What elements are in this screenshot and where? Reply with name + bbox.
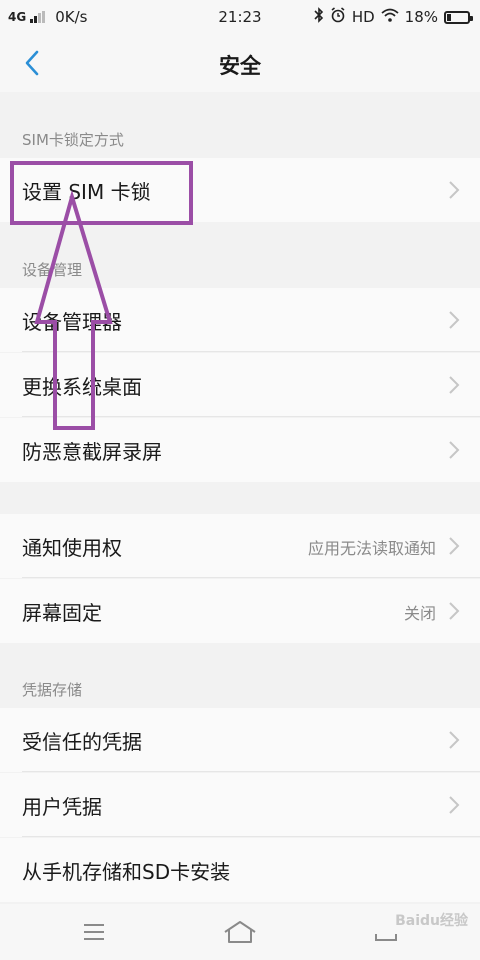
section-header-label: 设备管理 <box>22 261 83 279</box>
divider <box>22 771 480 772</box>
change-launcher-row[interactable]: 更换系统桌面 <box>0 353 480 417</box>
section-header-label: SIM卡锁定方式 <box>22 131 124 149</box>
chevron-right-icon <box>449 731 460 749</box>
row-value: 关闭 <box>403 604 436 623</box>
divider <box>22 416 480 417</box>
chevron-right-icon <box>449 441 460 459</box>
row-label: 通知使用权 <box>22 536 122 560</box>
install-from-storage-row[interactable]: 从手机存储和SD卡安装 <box>0 838 480 902</box>
alarm-icon <box>330 7 346 27</box>
chevron-right-icon <box>449 376 460 394</box>
title-bar: 安全 <box>0 34 480 92</box>
divider <box>22 836 480 837</box>
battery-percent: 18% <box>404 8 438 26</box>
row-label: 设置 SIM 卡锁 <box>22 180 151 204</box>
user-credentials-row[interactable]: 用户凭据 <box>0 773 480 837</box>
chevron-right-icon <box>449 602 460 620</box>
row-label: 受信任的凭据 <box>22 730 142 754</box>
notification-access-row[interactable]: 通知使用权 应用无法读取通知 <box>0 514 480 578</box>
page-title: 安全 <box>219 54 261 78</box>
chevron-right-icon <box>449 796 460 814</box>
row-label: 设备管理器 <box>22 310 122 334</box>
section-header-credentials: 凭据存储 <box>0 668 480 708</box>
row-value: 应用无法读取通知 <box>307 539 436 558</box>
hd-indicator: HD <box>351 8 375 26</box>
row-label: 屏幕固定 <box>22 601 102 625</box>
chevron-right-icon <box>449 311 460 329</box>
row-label: 用户凭据 <box>22 795 102 819</box>
screen-pinning-row[interactable]: 屏幕固定 关闭 <box>0 579 480 643</box>
chevron-right-icon <box>449 181 460 199</box>
anti-screenshot-row[interactable]: 防恶意截屏录屏 <box>0 418 480 482</box>
chevron-right-icon <box>449 537 460 555</box>
wifi-icon <box>381 8 399 26</box>
divider <box>22 577 480 578</box>
divider <box>22 351 480 352</box>
watermark: Baidu经验 <box>395 913 468 929</box>
trusted-credentials-row[interactable]: 受信任的凭据 <box>0 708 480 772</box>
section-header-label: 凭据存储 <box>22 681 83 699</box>
section-header-sim: SIM卡锁定方式 <box>0 118 480 158</box>
row-label: 从手机存储和SD卡安装 <box>22 860 231 884</box>
battery-fill <box>447 13 451 21</box>
status-bar: 4G 0K/s 21:23 HD 18% <box>0 0 480 34</box>
section-header-device: 设备管理 <box>0 248 480 288</box>
bluetooth-icon <box>314 7 324 27</box>
status-right: HD 18% <box>314 7 473 27</box>
device-manager-row[interactable]: 设备管理器 <box>0 288 480 352</box>
menu-icon <box>84 924 104 940</box>
home-icon <box>224 921 256 943</box>
row-label: 更换系统桌面 <box>22 375 142 399</box>
home-button[interactable] <box>220 916 260 948</box>
menu-button[interactable] <box>74 916 114 948</box>
row-label: 防恶意截屏录屏 <box>22 440 162 464</box>
battery-icon <box>444 10 473 24</box>
sim-lock-row[interactable]: 设置 SIM 卡锁 <box>0 158 480 222</box>
